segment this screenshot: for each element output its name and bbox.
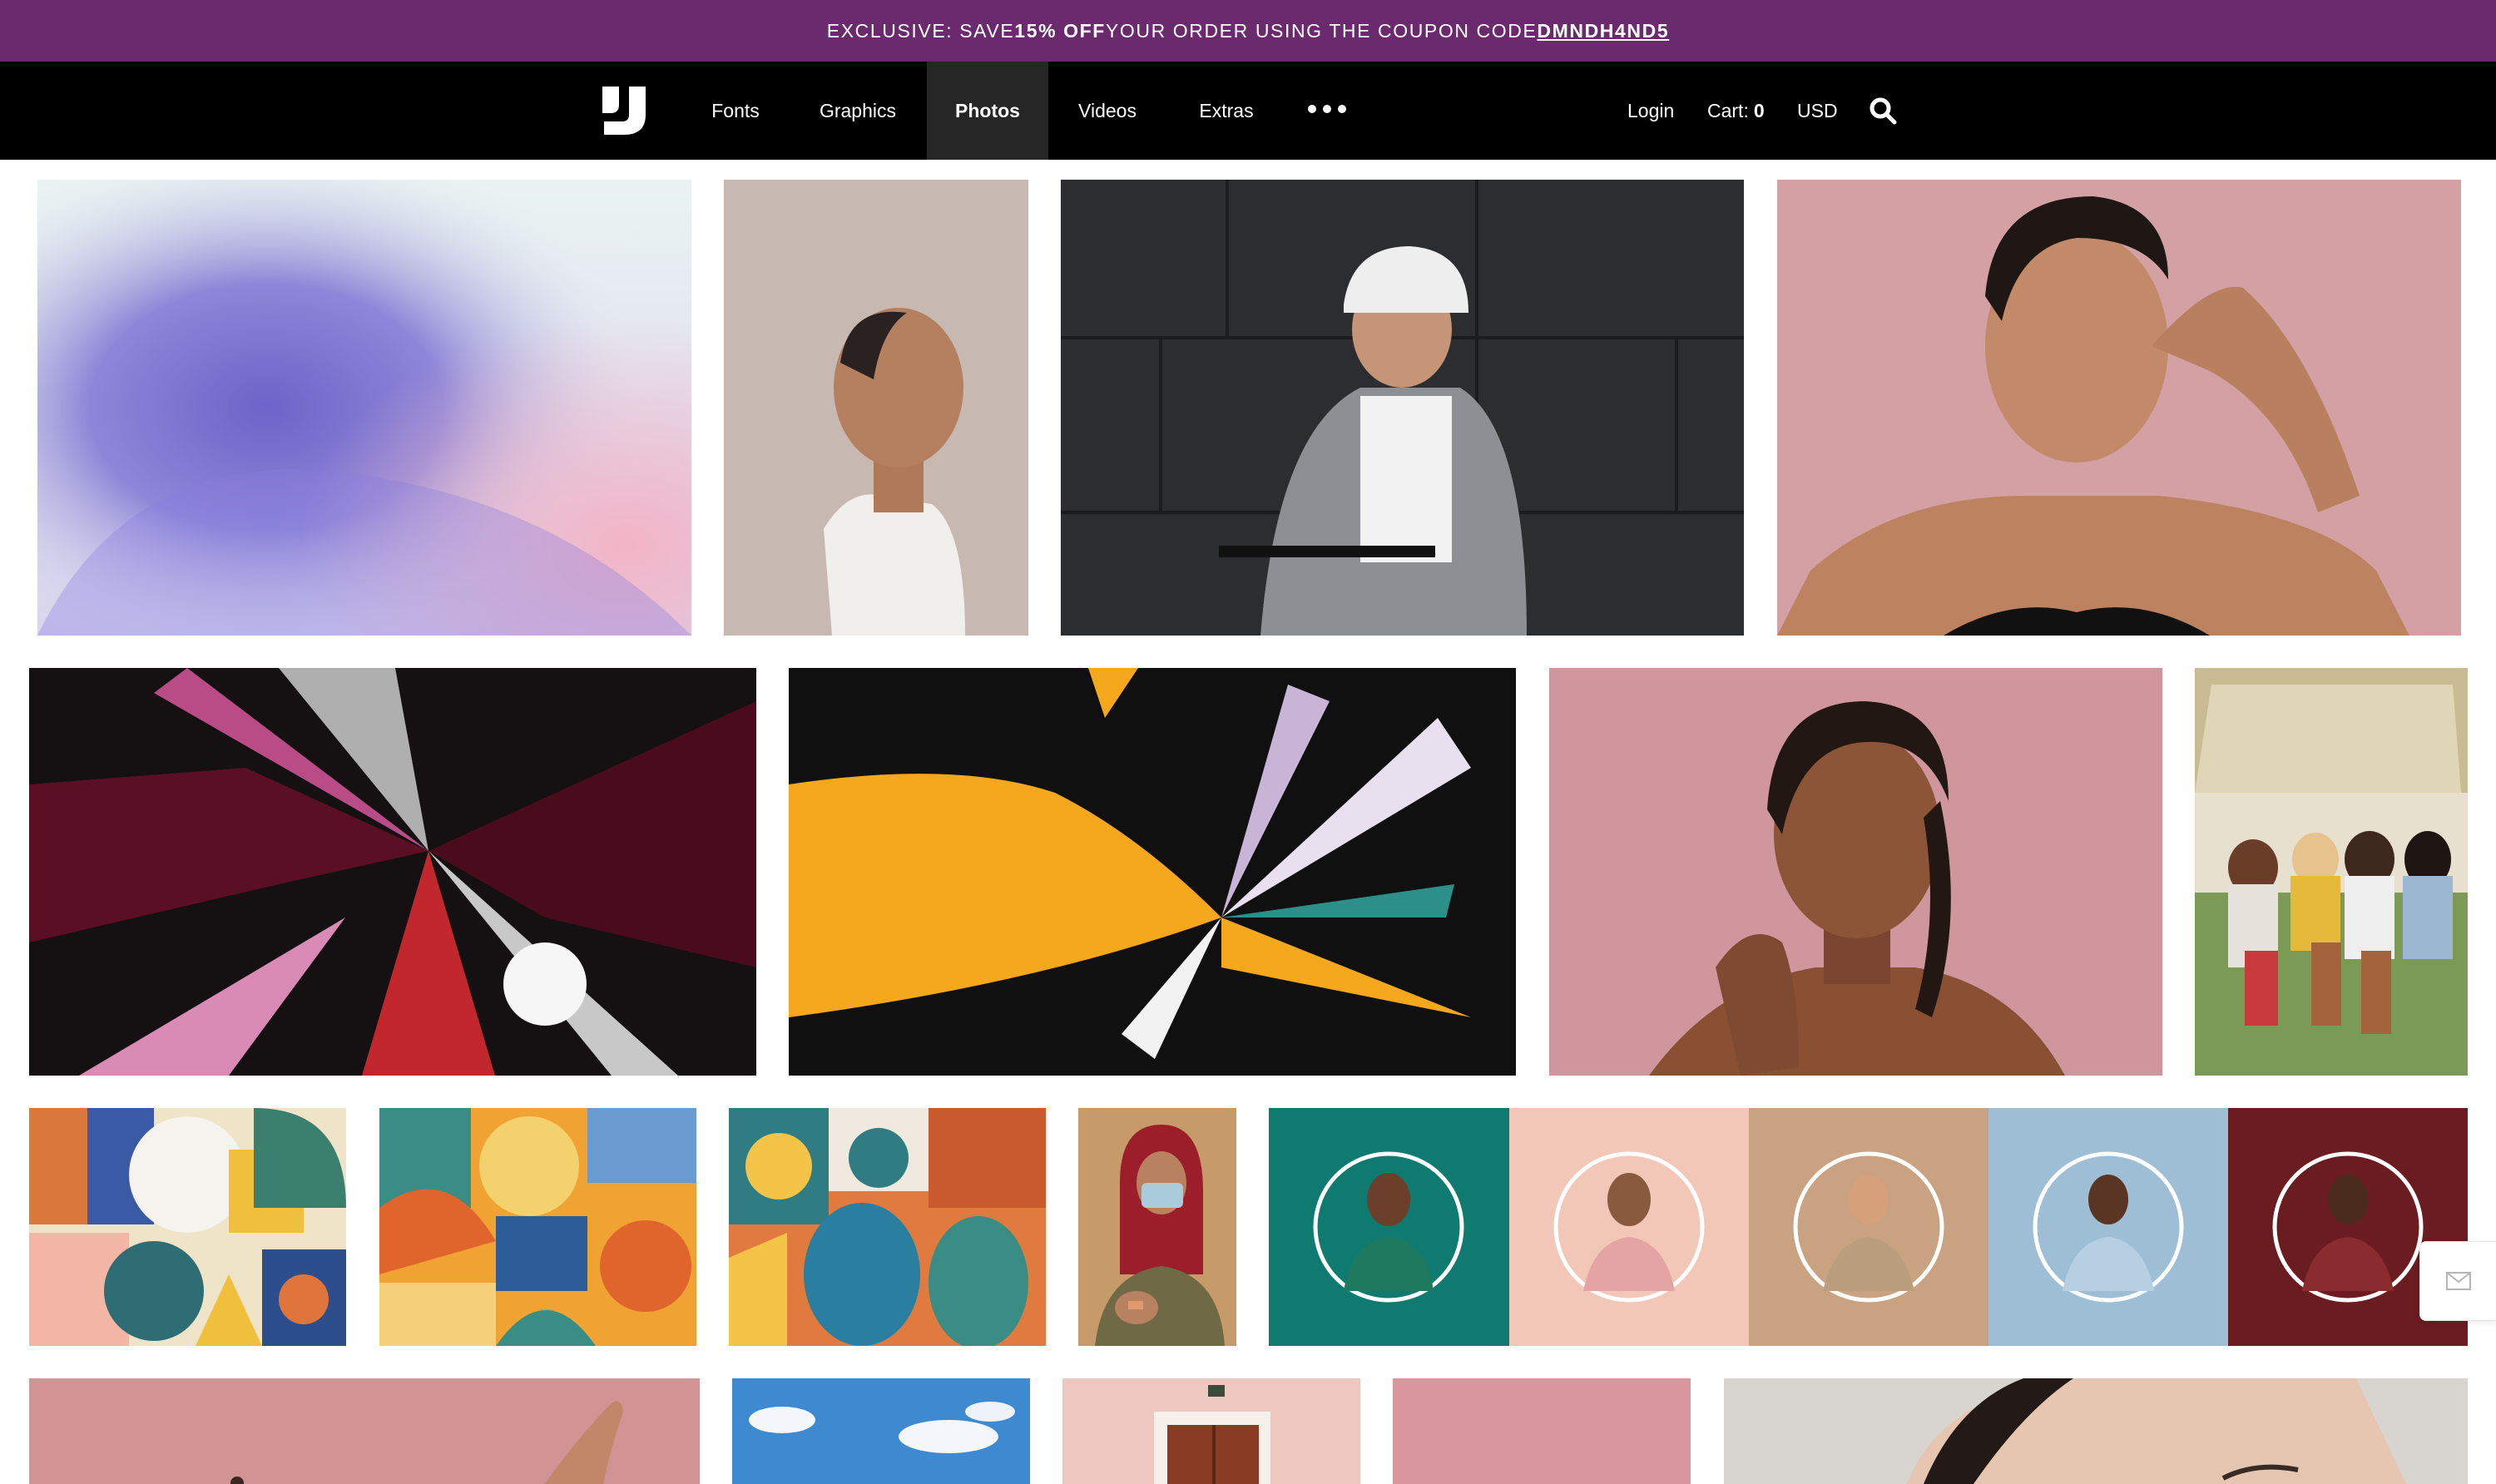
cart-label: Cart: [1707,99,1749,121]
promo-prefix: EXCLUSIVE: SAVE [826,19,1015,42]
photo-braided-hair-woman[interactable] [1549,668,2162,1076]
main-nav: Fonts Graphics Photos Videos Extras Logi… [0,62,2496,160]
photo-geometric-pattern-1[interactable] [29,1108,346,1346]
nav-extras[interactable]: Extras [1185,62,1268,160]
promo-banner: EXCLUSIVE: SAVE 15% OFF YOUR ORDER USING… [0,0,2496,62]
photo-helmet-scooter-woman[interactable] [1061,180,1744,636]
photo-geometric-pattern-3[interactable] [729,1108,1046,1346]
feedback-tab[interactable] [2419,1241,2496,1321]
mail-icon [2446,1272,2471,1290]
promo-discount: 15% OFF [1014,19,1106,42]
photo-woman-closeup[interactable] [1724,1378,2468,1484]
photo-skincare-woman-pink[interactable] [1777,180,2461,636]
nav-graphics[interactable]: Graphics [804,62,912,160]
cart-link[interactable]: Cart: 0 [1707,62,1765,160]
nav-fonts[interactable]: Fonts [696,62,775,160]
promo-middle: YOUR ORDER USING THE COUPON CODE [1105,19,1538,42]
photo-pink-plain[interactable] [1393,1378,1691,1484]
login-link[interactable]: Login [1627,62,1674,160]
search-icon[interactable] [1869,96,1897,125]
more-dots-icon[interactable] [1308,105,1346,113]
cart-count: 0 [1753,99,1765,121]
photo-portrait-circles-collage[interactable] [1269,1108,2468,1346]
coupon-code-link[interactable]: DMNDH4ND5 [1537,20,1669,42]
photo-profile-portrait[interactable] [724,180,1028,636]
brand-logo-icon[interactable] [601,85,647,136]
nav-videos[interactable]: Videos [1065,62,1150,160]
nav-photos[interactable]: Photos [927,62,1048,160]
photo-glitch-abstract-yellow[interactable] [789,668,1516,1076]
photo-geometric-pattern-2[interactable] [379,1108,696,1346]
photo-gradient-abstract[interactable] [37,180,691,636]
photo-doorway-pink-wall[interactable] [1062,1378,1360,1484]
photo-vaccinated-woman[interactable] [1078,1108,1236,1346]
photo-blue-sky[interactable] [732,1378,1030,1484]
photo-pink-hand[interactable] [29,1378,700,1484]
photo-glitch-abstract-dark[interactable] [29,668,756,1076]
photo-friends-car-trunk[interactable] [2195,668,2468,1076]
currency-selector[interactable]: USD [1797,62,1838,160]
